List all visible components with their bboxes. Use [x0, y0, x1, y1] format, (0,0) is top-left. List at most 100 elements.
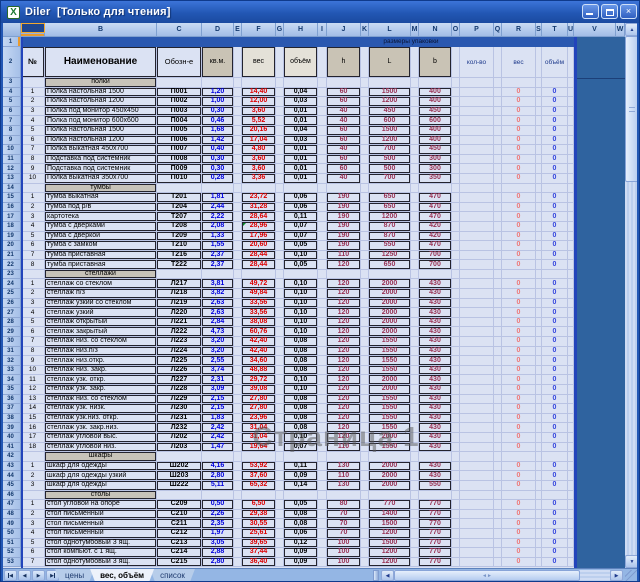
cell[interactable]: [327, 491, 361, 501]
cell[interactable]: [202, 78, 234, 88]
cell[interactable]: Полка под монитор 450х450: [45, 107, 157, 117]
cell[interactable]: шкаф для одежды узкий: [45, 471, 157, 481]
cell[interactable]: 0: [542, 327, 568, 337]
sheet-tab-weight-volume[interactable]: вес, объём: [90, 569, 154, 582]
cell[interactable]: Л219: [157, 299, 202, 309]
cell[interactable]: [276, 212, 284, 222]
cell[interactable]: 0: [542, 481, 568, 491]
row-header[interactable]: 18: [1, 222, 21, 232]
cell[interactable]: [276, 356, 284, 366]
cell[interactable]: [276, 88, 284, 98]
cell[interactable]: 430: [419, 433, 452, 443]
row-header[interactable]: 20: [1, 241, 21, 251]
cell[interactable]: [157, 184, 202, 194]
cell[interactable]: П010: [157, 174, 202, 184]
cell[interactable]: П003: [157, 107, 202, 117]
cell[interactable]: [494, 126, 502, 136]
cell[interactable]: 7: [21, 251, 45, 261]
cell[interactable]: 0: [502, 212, 536, 222]
cell[interactable]: [318, 241, 327, 251]
cell[interactable]: 20,16: [242, 126, 276, 136]
cell[interactable]: Подставка под системник: [45, 164, 157, 174]
active-cell-A1[interactable]: [21, 23, 45, 33]
cell[interactable]: 430: [419, 404, 452, 414]
cell[interactable]: 450: [419, 145, 452, 155]
column-header[interactable]: I: [318, 23, 327, 37]
cell[interactable]: 4: [21, 116, 45, 126]
cell[interactable]: 120: [327, 260, 361, 270]
cell[interactable]: 120: [327, 404, 361, 414]
cell[interactable]: П002: [157, 97, 202, 107]
cell[interactable]: 0,05: [284, 241, 318, 251]
cell[interactable]: [234, 481, 242, 491]
cell[interactable]: Ш202: [157, 462, 202, 472]
cell[interactable]: [318, 529, 327, 539]
cell[interactable]: [276, 548, 284, 558]
cell[interactable]: 0: [542, 385, 568, 395]
cell[interactable]: 0,03: [284, 136, 318, 146]
cell[interactable]: шкаф для одежды: [45, 481, 157, 491]
cell[interactable]: тумба приставная: [45, 251, 157, 261]
cell[interactable]: [494, 203, 502, 213]
cell[interactable]: 120: [327, 289, 361, 299]
cell[interactable]: 0: [502, 404, 536, 414]
cell[interactable]: Л202: [157, 433, 202, 443]
row-header[interactable]: 11: [1, 155, 21, 165]
cell[interactable]: [411, 88, 419, 98]
header-cell[interactable]: Обозн-е: [157, 47, 202, 78]
cell[interactable]: [460, 299, 494, 309]
row-header[interactable]: 22: [1, 260, 21, 270]
cell[interactable]: [276, 519, 284, 529]
cell[interactable]: [494, 289, 502, 299]
cell[interactable]: 60: [327, 126, 361, 136]
cell[interactable]: 0: [502, 462, 536, 472]
column-header[interactable]: N: [419, 23, 452, 37]
cell[interactable]: 0,10: [284, 308, 318, 318]
cell[interactable]: 300: [419, 164, 452, 174]
cell[interactable]: [276, 452, 284, 462]
cell[interactable]: 0: [502, 529, 536, 539]
cell[interactable]: [284, 184, 318, 194]
cell[interactable]: 70: [327, 519, 361, 529]
cell[interactable]: 23,72: [242, 193, 276, 203]
cell[interactable]: [234, 539, 242, 549]
cell[interactable]: [361, 443, 369, 453]
cell[interactable]: 600: [419, 116, 452, 126]
cell[interactable]: 420: [419, 222, 452, 232]
cell[interactable]: 5: [21, 318, 45, 328]
header-cell[interactable]: кол-во: [460, 47, 494, 78]
cell[interactable]: [234, 519, 242, 529]
cell[interactable]: [361, 174, 369, 184]
cell[interactable]: 0,05: [284, 500, 318, 510]
cell[interactable]: 65,32: [242, 481, 276, 491]
cell[interactable]: [234, 97, 242, 107]
cell[interactable]: [242, 184, 276, 194]
cell[interactable]: [411, 500, 419, 510]
cell[interactable]: [361, 491, 369, 501]
cell[interactable]: [494, 481, 502, 491]
cell[interactable]: 0: [542, 433, 568, 443]
cell[interactable]: [460, 491, 494, 501]
cell[interactable]: 0: [502, 318, 536, 328]
cell[interactable]: [494, 423, 502, 433]
row-header[interactable]: 7: [1, 116, 21, 126]
cell[interactable]: [452, 88, 460, 98]
cell[interactable]: [284, 452, 318, 462]
cell[interactable]: [494, 404, 502, 414]
cell[interactable]: [361, 184, 369, 194]
cell[interactable]: 1550: [369, 395, 411, 405]
cell[interactable]: Л230: [157, 404, 202, 414]
cell[interactable]: [234, 558, 242, 568]
row-header[interactable]: 17: [1, 212, 21, 222]
cell[interactable]: 1250: [369, 251, 411, 261]
cell[interactable]: [234, 471, 242, 481]
row-header[interactable]: 53: [1, 558, 21, 568]
row-header[interactable]: 45: [1, 481, 21, 491]
cell[interactable]: 0,01: [284, 155, 318, 165]
cell[interactable]: 5,52: [242, 116, 276, 126]
cell[interactable]: 27,80: [242, 395, 276, 405]
cell[interactable]: 120: [327, 385, 361, 395]
cell[interactable]: 8: [21, 155, 45, 165]
row-header[interactable]: 26: [1, 299, 21, 309]
cell[interactable]: [318, 375, 327, 385]
